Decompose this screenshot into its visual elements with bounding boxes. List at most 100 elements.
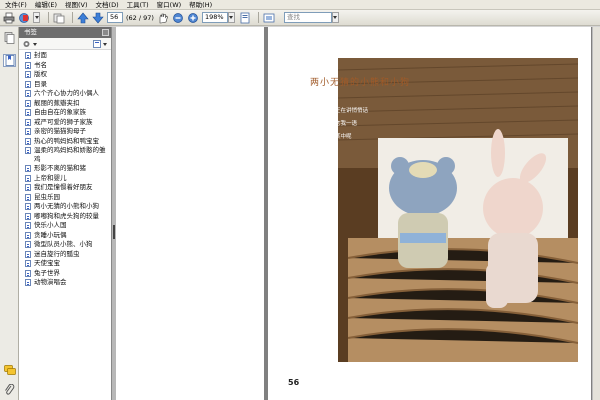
poem-line: 嘿: [332, 95, 338, 101]
document-area: 两小无猜的小熊和小狗 嘿 他们正在讲悄悄话 你一言我一语 谈着某中呢 56: [116, 27, 600, 400]
bookmark-item[interactable]: 热心的鸭妈妈和鸭宝宝: [25, 137, 111, 146]
bookmark-panel-title: 书签: [24, 28, 37, 36]
bookmark-item[interactable]: 自由自在的象家族: [25, 108, 111, 117]
arrow-up-icon[interactable]: [77, 12, 89, 24]
bookmark-label: 温柔的鸡妈妈和娇憨的雏鸡: [34, 146, 106, 163]
splitter-grip[interactable]: [113, 225, 115, 239]
bookmark-item[interactable]: 贪睡小玩偶: [25, 231, 111, 240]
bookmark-item[interactable]: 靓丽的蕉瓣夹扣: [25, 99, 111, 108]
bookmark-page-icon: [25, 174, 31, 182]
bookmark-item[interactable]: 快乐小人国: [25, 221, 111, 230]
attachment-icon[interactable]: [3, 383, 16, 396]
print-icon[interactable]: [3, 12, 15, 24]
bookmark-page-icon: [25, 184, 31, 191]
bookmark-page-icon: [25, 279, 31, 286]
bookmark-item[interactable]: 书名: [25, 61, 111, 70]
zoom-in-icon[interactable]: [187, 12, 199, 24]
zoom-dropdown[interactable]: [227, 12, 235, 23]
bookmark-label: 微型队员小熊、小狗: [34, 240, 93, 248]
bookmark-page-icon: [25, 128, 31, 135]
bookmark-label: 上帝和婴儿: [34, 173, 67, 182]
panel-close-button[interactable]: [102, 29, 109, 36]
bookmark-item[interactable]: 六个齐心协力的小偶人: [25, 89, 111, 98]
poem-line: 你一言我一语: [324, 121, 358, 127]
page-poem: 嘿 他们正在讲悄悄话 你一言我一语 谈着某中呢: [324, 92, 368, 144]
bookmark-label: 天使宝宝: [34, 259, 60, 267]
bookmark-item[interactable]: 目录: [25, 80, 111, 89]
menu-edit[interactable]: 编辑(E): [31, 0, 61, 10]
bookmark-label: 我们是憧憬着好朋友: [34, 183, 93, 191]
options-icon[interactable]: [23, 40, 32, 48]
bookmark-page-icon: [25, 165, 31, 172]
bookmark-page-icon: [25, 137, 31, 145]
bookmark-page-icon: [25, 90, 31, 97]
bookmark-label: 形影不离的猫和猪: [34, 164, 86, 172]
bookmark-item[interactable]: 版权: [25, 70, 111, 79]
bookmark-label: 六个齐心协力的小偶人: [34, 89, 99, 97]
bookmark-label: 动物演唱会: [34, 278, 67, 286]
hand-tool-icon[interactable]: [157, 12, 169, 24]
bookmark-list: 封面 书名 版权 目录 六个齐心协力的小偶人靓丽的蕉瓣夹扣 自由自在的象家族 戒严可爱的狮子…: [19, 50, 111, 287]
comments-icon[interactable]: [3, 364, 16, 377]
bookmark-item[interactable]: 亲密的猫猫狗母子: [25, 127, 111, 136]
bookmark-page-icon: [25, 250, 31, 258]
page-photo: [338, 58, 578, 362]
poem-line: 谈着某中呢: [324, 134, 352, 140]
export-dropdown[interactable]: [33, 12, 40, 23]
menu-file[interactable]: 文件(F): [1, 0, 31, 10]
bookmark-page-icon: [25, 71, 31, 78]
bookmark-item[interactable]: 昆虫乐园: [25, 193, 111, 202]
bookmark-item[interactable]: 微型队员小熊、小狗: [25, 240, 111, 249]
fit-page-icon[interactable]: [239, 12, 251, 24]
bookmark-item[interactable]: 温柔的鸡妈妈和娇憨的雏鸡: [25, 146, 111, 163]
search-input[interactable]: 查找: [283, 12, 332, 23]
bookmark-page-icon: [25, 260, 31, 267]
options-dropdown-icon[interactable]: [33, 43, 37, 46]
bookmark-item[interactable]: 兔子世界: [25, 269, 111, 278]
bookmark-item[interactable]: 封面: [25, 51, 111, 60]
menu-tools[interactable]: 工具(T): [123, 0, 153, 10]
expand-bookmark-icon[interactable]: [93, 40, 101, 48]
menu-help[interactable]: 帮助(H): [185, 0, 216, 10]
bookmark-page-icon: [25, 147, 31, 154]
page-number: 56: [288, 378, 300, 387]
menu-window[interactable]: 窗口(W): [153, 0, 186, 10]
bookmark-item[interactable]: 我们是憧憬着好朋友: [25, 183, 111, 192]
menu-view[interactable]: 视图(V): [61, 0, 92, 10]
bookmark-item[interactable]: 动物演唱会: [25, 278, 111, 287]
bookmark-item[interactable]: 嘟嘟狗和虎头狗的较量: [25, 212, 111, 221]
bookmark-item[interactable]: 两小无猜的小熊和小狗: [25, 202, 111, 211]
pages-panel-icon[interactable]: [3, 31, 16, 44]
bookmark-item[interactable]: 上帝和婴儿: [25, 174, 111, 183]
expand-dropdown-icon[interactable]: [103, 43, 107, 46]
bookmark-item[interactable]: 天使宝宝: [25, 259, 111, 268]
bookmark-page-icon: [25, 222, 31, 229]
bookmarks-panel-icon[interactable]: [3, 54, 16, 67]
page-number-input[interactable]: 56: [107, 12, 123, 23]
bookmark-label: 目录: [34, 79, 47, 88]
bookmark-page-icon: [25, 80, 31, 88]
bookmark-label: 贪睡小玩偶: [34, 230, 67, 239]
bookmark-page-icon: [25, 212, 31, 220]
bookmark-label: 迷自旋行的瓢虫: [34, 249, 80, 258]
bookmark-label: 嘟嘟狗和虎头狗的较量: [34, 211, 99, 220]
bookmark-label: 版权: [34, 70, 47, 78]
search-dropdown[interactable]: [331, 12, 339, 23]
bookmark-page-icon: [25, 231, 31, 239]
vertical-scrollbar[interactable]: [592, 27, 600, 400]
pages-icon[interactable]: [53, 12, 65, 24]
bookmark-item[interactable]: 形影不离的猫和猪: [25, 164, 111, 173]
export-icon[interactable]: [18, 12, 30, 24]
zoom-out-icon[interactable]: [172, 12, 184, 24]
menu-document[interactable]: 文档(D): [92, 0, 123, 10]
toolbar-separator: [72, 12, 73, 23]
bookmark-panel-header: 书签: [19, 27, 111, 38]
zoom-input[interactable]: 198%: [201, 12, 228, 23]
fit-width-icon[interactable]: [263, 12, 275, 24]
bookmark-item[interactable]: 迷自旋行的瓢虫: [25, 250, 111, 259]
arrow-down-icon[interactable]: [92, 12, 104, 24]
bookmark-item[interactable]: 戒严可爱的狮子家族: [25, 118, 111, 127]
navigation-strip: [0, 27, 19, 400]
bookmark-page-icon: [25, 61, 31, 69]
bookmark-label: 两小无猜的小熊和小狗: [34, 202, 99, 210]
